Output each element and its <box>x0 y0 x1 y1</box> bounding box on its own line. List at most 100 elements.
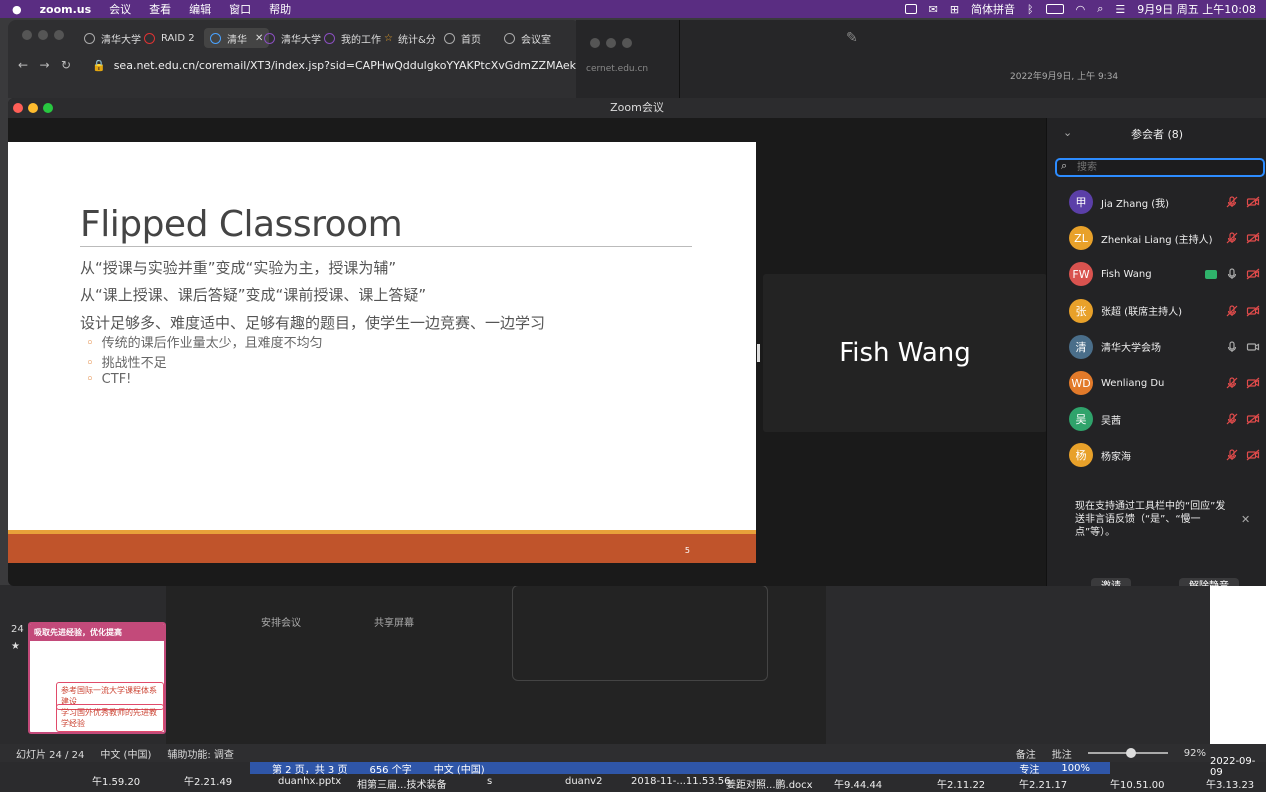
participant-row[interactable]: 吴吴茜 <box>1047 401 1266 437</box>
video-off-icon[interactable] <box>1246 412 1260 426</box>
file-name[interactable]: 相第三届...技术装备 <box>357 776 447 791</box>
video-off-icon[interactable] <box>1246 448 1260 462</box>
menu-help[interactable]: 帮助 <box>269 1 291 17</box>
wifi-icon[interactable]: ◠ <box>1076 3 1086 16</box>
browser-tab[interactable]: 我的工作 <box>324 28 381 48</box>
comments-button[interactable]: 批注 <box>1052 746 1072 761</box>
video-off-icon[interactable] <box>1246 304 1260 318</box>
video-off-icon[interactable] <box>1246 267 1260 281</box>
control-center-icon[interactable]: ☰ <box>1115 3 1125 16</box>
file-name[interactable]: duanv2 <box>565 776 602 787</box>
browser-tab[interactable]: RAID 2 <box>144 28 195 48</box>
slide-line: 从“课上授课、课后答疑”变成“课前授课、课上答疑” <box>80 286 427 304</box>
invite-button[interactable]: 邀请 <box>1091 578 1131 586</box>
participant-name: 吴茜 <box>1101 415 1121 427</box>
file-time: 午1.59.20 <box>92 776 141 788</box>
tsinghua-icon <box>324 32 335 44</box>
browser-tab[interactable]: 清华大学 <box>264 28 321 48</box>
browser-tab[interactable]: ☆ 统计&分 <box>384 28 436 48</box>
mic-icon[interactable] <box>1225 340 1239 354</box>
input-method-label[interactable]: 简体拼音 <box>971 1 1015 17</box>
participant-row[interactable]: WD Wenliang Du <box>1047 365 1266 401</box>
file-name[interactable]: s <box>487 776 492 787</box>
address-text[interactable]: sea.net.edu.cn/coremail/XT3/index.jsp?si… <box>114 59 580 72</box>
slide-thumbnail[interactable]: 吸取先进经验，优化提高 参考国际一流大学课程体系建设 学习国外优秀教师的先进教学… <box>28 622 166 734</box>
status-icon[interactable] <box>904 4 917 14</box>
participant-row[interactable]: 清清华大学会场 <box>1047 329 1266 365</box>
participants-search-input[interactable] <box>1055 158 1265 177</box>
video-off-icon[interactable] <box>1246 231 1260 245</box>
mic-icon[interactable] <box>1225 267 1239 281</box>
compose-icon[interactable]: ✎ <box>846 30 858 46</box>
mic-muted-icon[interactable] <box>1225 448 1239 462</box>
window-minimize-button[interactable] <box>28 103 38 113</box>
avatar: FW <box>1069 262 1093 287</box>
apple-icon[interactable]: ● <box>12 3 22 16</box>
wechat-icon[interactable]: ✉ <box>929 3 938 16</box>
back-icon[interactable]: ← <box>18 58 28 72</box>
close-icon[interactable]: ✕ <box>1241 513 1250 526</box>
share-screen-label[interactable]: 共享屏幕 <box>374 614 414 629</box>
notes-button[interactable]: 备注 <box>1016 746 1036 761</box>
forward-icon[interactable]: → <box>40 58 50 72</box>
tsinghua-icon <box>264 32 275 44</box>
search-icon[interactable]: ⌕ <box>1097 2 1103 16</box>
close-icon[interactable]: ✕ <box>255 33 263 44</box>
participant-row[interactable]: ZL Zhenkai Liang (主持人) <box>1047 220 1266 256</box>
video-icon[interactable] <box>1246 340 1260 354</box>
participants-panel: ⌄ 参会者 (8) ⌕ 甲Jia Zhang (我)ZLZhenkai Lian… <box>1046 118 1266 586</box>
right-document-edge <box>1210 585 1266 745</box>
video-off-icon[interactable] <box>1246 376 1260 390</box>
bullet-icon: ◦ <box>86 372 94 387</box>
star-icon: ★ <box>11 641 20 652</box>
window-close-button[interactable] <box>13 103 23 113</box>
mic-muted-icon[interactable] <box>1225 376 1239 390</box>
notes-box <box>512 585 768 681</box>
menu-view[interactable]: 查看 <box>149 1 171 17</box>
address-bar[interactable]: 🔒 sea.net.edu.cn/coremail/XT3/index.jsp?… <box>92 55 580 75</box>
window-zoom-button[interactable] <box>54 30 64 40</box>
file-time: 午2.11.22 <box>937 780 986 791</box>
mic-muted-icon[interactable] <box>1225 195 1239 209</box>
file-name[interactable]: 2018-11-...11.53.56 <box>631 776 730 787</box>
window-close-button[interactable] <box>22 30 32 40</box>
window-zoom-button[interactable] <box>43 103 53 113</box>
menu-edit[interactable]: 编辑 <box>189 1 211 17</box>
menubar-app-name[interactable]: zoom.us <box>40 3 92 16</box>
accessibility-status[interactable]: 辅助功能: 调查 <box>167 746 234 761</box>
browser-tab[interactable]: 清华大学 <box>84 28 141 48</box>
zoom-level[interactable]: 92% <box>1184 748 1206 759</box>
mic-muted-icon[interactable] <box>1225 412 1239 426</box>
reload-icon[interactable]: ↻ <box>61 58 71 72</box>
participant-name: 张超 (联席主持人) <box>1101 307 1182 319</box>
mic-muted-icon[interactable] <box>1225 304 1239 318</box>
browser-tab-active[interactable]: 清华 ✕ <box>204 28 270 48</box>
participant-row[interactable]: 杨杨家海 <box>1047 437 1266 473</box>
file-name[interactable]: 姜距对照...鹏.docx <box>726 776 813 791</box>
schedule-meeting-label[interactable]: 安排会议 <box>261 614 301 629</box>
globe-icon <box>504 32 515 44</box>
mic-muted-icon[interactable] <box>1225 231 1239 245</box>
language-status[interactable]: 中文 (中国) <box>100 746 151 761</box>
battery-icon[interactable] <box>1045 4 1064 14</box>
participant-row[interactable]: 甲 Jia Zhang (我) <box>1047 184 1266 220</box>
browser-tab[interactable]: 会议室 <box>504 28 551 48</box>
video-off-icon[interactable] <box>1246 195 1260 209</box>
unmute-button[interactable]: 解除静音 <box>1179 578 1239 586</box>
zoom-slider[interactable] <box>1087 748 1168 758</box>
menu-meeting[interactable]: 会议 <box>109 1 131 17</box>
participant-row[interactable]: FW Fish Wang <box>1047 256 1266 292</box>
bluetooth-icon[interactable]: ᛒ <box>1027 3 1034 16</box>
browser-tab[interactable]: 首页 <box>444 28 481 48</box>
menu-window[interactable]: 窗口 <box>229 1 251 17</box>
divider-handle[interactable] <box>757 344 760 362</box>
active-speaker-tile[interactable]: Fish Wang <box>763 274 1047 432</box>
menubar: ● zoom.us 会议 查看 编辑 窗口 帮助 ✉ ⊞ 简体拼音 ᛒ ◠ ⌕ … <box>0 0 1266 18</box>
zoom-window: Zoom会议 Flipped Classroom 从“授课与实验并重”变成“实验… <box>8 98 1266 586</box>
input-method-icon[interactable]: ⊞ <box>950 3 959 16</box>
screen-share-icon <box>1205 269 1217 279</box>
file-name[interactable]: duanhx.pptx <box>278 776 341 787</box>
window-minimize-button[interactable] <box>38 30 48 40</box>
menubar-clock[interactable]: 9月9日 周五 上午10:08 <box>1137 1 1256 17</box>
participant-row[interactable]: 张张超 (联席主持人) <box>1047 293 1266 329</box>
